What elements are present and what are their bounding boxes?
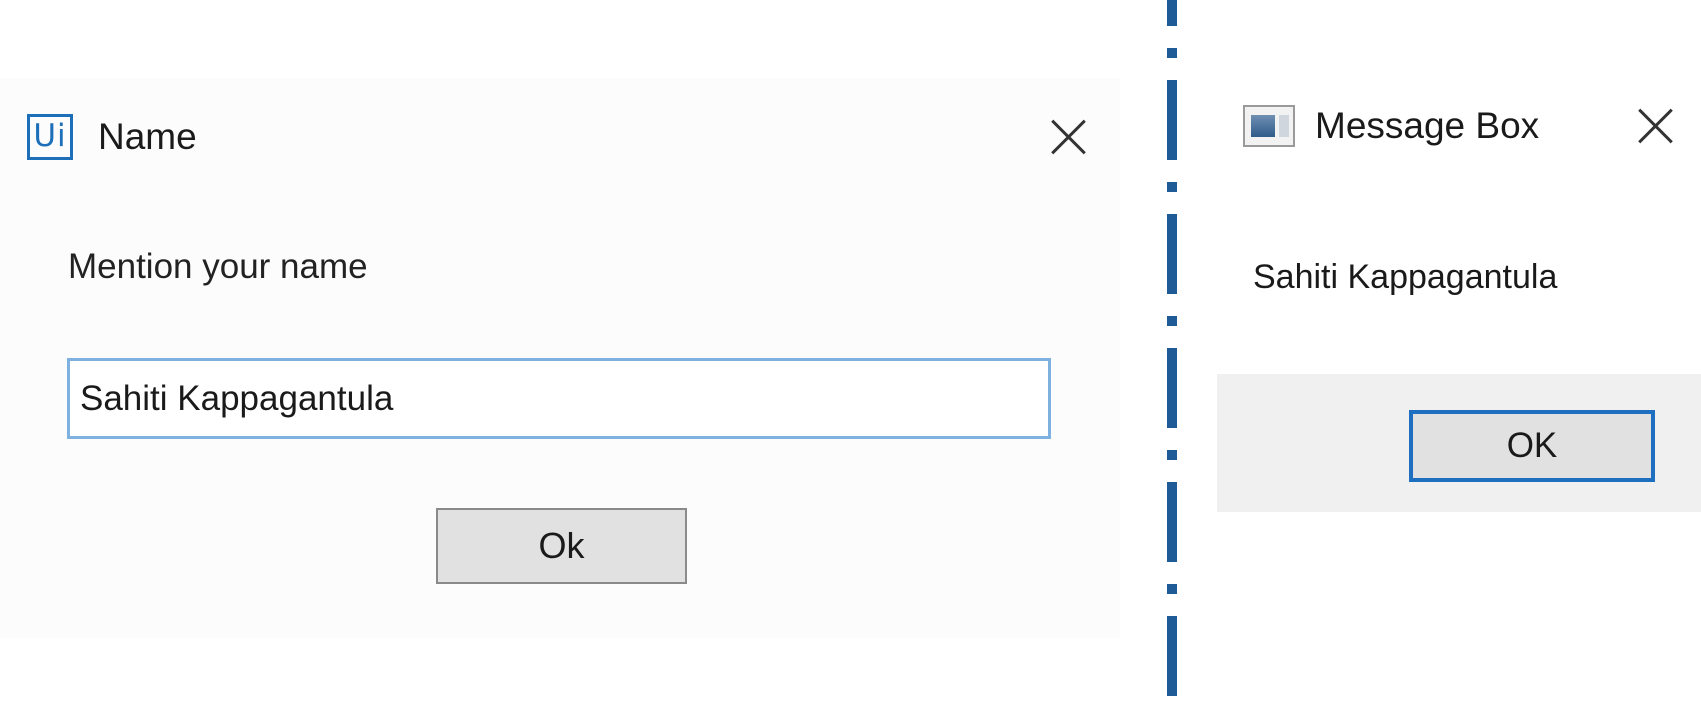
dialog-title: Message Box xyxy=(1315,105,1540,146)
close-icon[interactable] xyxy=(1048,117,1088,157)
button-bar: OK xyxy=(1217,374,1701,512)
close-icon[interactable] xyxy=(1635,106,1675,146)
window-icon xyxy=(1243,105,1295,147)
name-input[interactable] xyxy=(67,358,1051,439)
name-input-dialog: Ui Name Mention your name Ok xyxy=(0,78,1120,638)
ok-button[interactable]: OK xyxy=(1409,410,1655,482)
ok-button[interactable]: Ok xyxy=(436,508,687,584)
divider xyxy=(1167,0,1177,724)
dialog-title: Name xyxy=(98,116,197,157)
message-box-dialog: Message Box Sahiti Kappagantula OK xyxy=(1217,80,1701,512)
message-text: Sahiti Kappagantula xyxy=(1253,258,1558,296)
prompt-label: Mention your name xyxy=(68,247,368,286)
uipath-logo-icon: Ui xyxy=(27,114,73,160)
